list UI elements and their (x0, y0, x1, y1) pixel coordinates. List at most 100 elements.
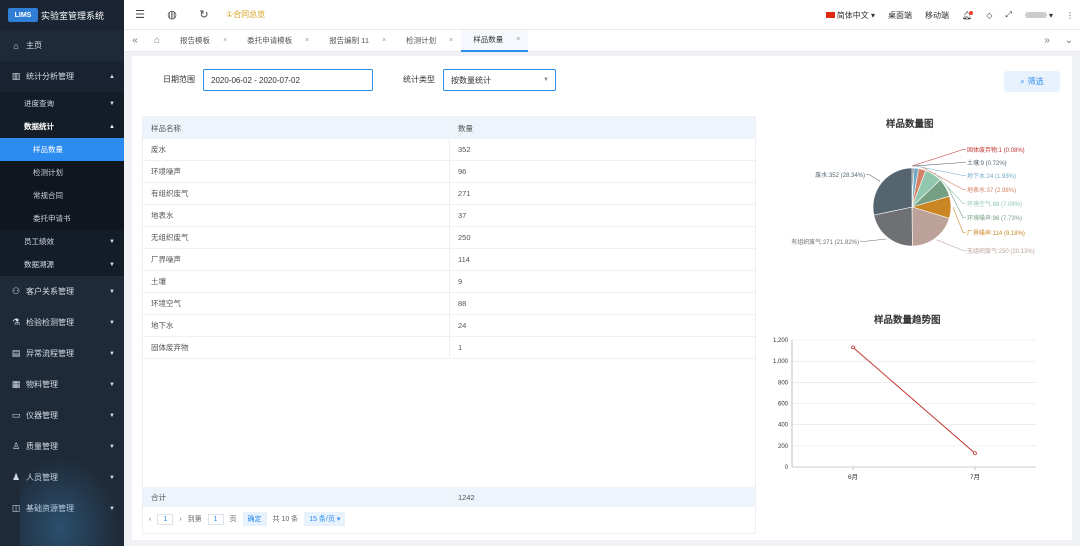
sample-count-cell: 1 (458, 343, 463, 352)
language-label: 简体中文 (836, 10, 869, 20)
chevron-up-icon: ▲ (109, 73, 115, 80)
table-row[interactable]: 固体废弃物 1 (143, 337, 755, 359)
app-title: 实验室管理系统 (41, 10, 105, 21)
sidebar-item-resources[interactable]: ◫ 基础资源管理 ▼ (0, 493, 124, 524)
main-content: 日期范围 2020-06-02 - 2020-07-02 统计类型 按数量统计 … (132, 56, 1072, 540)
globe-icon[interactable]: ◍ (156, 8, 188, 21)
top-bar: ☰ ◍ ↻ ①合同总览 简体中文 ▾ 桌面端 移动端 🔔︎ ◇ ⤢ ▾ ⋮ (124, 0, 1080, 30)
filter-button[interactable]: ⌕ 筛选 (1004, 71, 1060, 92)
page-size-select[interactable]: 15 条/页 ▾ (304, 512, 346, 526)
sample-count-cell: 352 (458, 145, 471, 154)
stat-type-select[interactable]: 按数量统计 ▼ (443, 69, 556, 91)
more-icon[interactable]: ⋮ (1066, 11, 1074, 20)
column-header-name[interactable]: 样品名称 (143, 117, 450, 139)
sidebar-item-data-stats[interactable]: 数据统计 ▲ (0, 115, 124, 138)
refresh-icon[interactable]: ↻ (188, 8, 220, 21)
next-page-icon[interactable]: › (179, 516, 181, 523)
sidebar-item-test-plan[interactable]: 检测计划 (0, 161, 124, 184)
table-row[interactable]: 地表水 37 (143, 205, 755, 227)
sidebar-item-label: 员工绩效 (24, 237, 54, 246)
tag-icon[interactable]: ◇ (986, 11, 992, 20)
tab-sample-count[interactable]: 样品数量 × (461, 29, 529, 52)
table-row[interactable]: 地下水 24 (143, 315, 755, 337)
sample-count-cell: 271 (458, 189, 471, 198)
table-row[interactable]: 有组织废气 271 (143, 183, 755, 205)
table-body: 废水 352 环境噪声 96 有组织废气 271 地表水 37 无组织废气 250 厂界噪声 114 土… (143, 139, 755, 359)
trend-line (852, 347, 976, 454)
sample-name-cell: 地表水 (143, 205, 450, 226)
tab-report-edit[interactable]: 报告编制 11 × (317, 30, 394, 52)
tab-report-template[interactable]: 报告模板 × (168, 30, 235, 52)
sidebar-item-instruments[interactable]: ▭ 仪器管理 ▼ (0, 400, 124, 431)
prev-page-icon[interactable]: ‹ (149, 516, 151, 523)
x-tick-label: 6月 (848, 473, 858, 481)
sidebar-item-materials[interactable]: ▦ 物料管理 ▼ (0, 369, 124, 400)
table-row[interactable]: 土壤 9 (143, 271, 755, 293)
date-range-input[interactable]: 2020-06-02 - 2020-07-02 (203, 69, 373, 91)
sidebar-item-crm[interactable]: ⚇ 客户关系管理 ▼ (0, 276, 124, 307)
tab-scroll-right-icon[interactable]: » (1036, 35, 1058, 46)
close-icon[interactable]: × (305, 37, 309, 44)
sidebar-item-quality[interactable]: ♙ 质量管理 ▼ (0, 431, 124, 462)
sidebar-item-home[interactable]: ⌂ 主页 (0, 30, 124, 61)
fullscreen-icon[interactable]: ⤢ (1005, 10, 1011, 20)
avatar (1024, 12, 1047, 19)
sidebar-item-inspection[interactable]: ⚗ 检验检测管理 ▼ (0, 307, 124, 338)
menu-icon[interactable]: ☰ (124, 8, 156, 21)
goto-page-input[interactable]: 1 (207, 513, 224, 525)
sidebar-item-progress[interactable]: 进度查询 ▼ (0, 92, 124, 115)
y-tick-label: 1,000 (773, 359, 789, 365)
contract-overview-link[interactable]: ①合同总览 (226, 9, 265, 20)
sample-name-cell: 无组织废气 (143, 227, 450, 248)
stat-type-label: 统计类型 (403, 75, 435, 84)
table-row[interactable]: 无组织废气 250 (143, 227, 755, 249)
sidebar-item-applications[interactable]: 委托申请书 (0, 207, 124, 230)
table-row[interactable]: 环境空气 88 (143, 293, 755, 315)
tab-application-template[interactable]: 委托申请模板 × (235, 30, 317, 52)
user-menu[interactable]: ▾ (1024, 11, 1053, 20)
close-icon[interactable]: × (382, 37, 386, 44)
table-row[interactable]: 废水 352 (143, 139, 755, 161)
y-tick-label: 200 (778, 444, 789, 450)
trend-point[interactable] (851, 345, 855, 350)
sample-count-cell: 88 (458, 299, 467, 308)
sample-name-cell: 环境空气 (143, 293, 450, 314)
tab-dropdown-icon[interactable]: ⌄ (1058, 35, 1080, 46)
sidebar-item-label: 数据统计 (24, 122, 54, 131)
table-row[interactable]: 环境噪声 96 (143, 161, 755, 183)
sidebar-item-performance[interactable]: 员工绩效 ▼ (0, 230, 124, 253)
goto-confirm-button[interactable]: 确定 (242, 512, 267, 526)
workflow-icon: ▤ (11, 348, 21, 358)
sidebar-item-exception[interactable]: ▤ 异常流程管理 ▼ (0, 338, 124, 369)
desktop-link[interactable]: 桌面端 (888, 10, 912, 21)
tab-scroll-left-icon[interactable]: « (124, 35, 146, 46)
table-row[interactable]: 厂界噪声 114 (143, 249, 755, 271)
sidebar-item-personnel[interactable]: ♟ 人员管理 ▼ (0, 462, 124, 493)
tab-label: 报告编制 11 (329, 36, 370, 45)
trend-point[interactable] (973, 451, 977, 456)
column-header-count[interactable]: 数量 (450, 123, 473, 134)
home-tab-icon[interactable]: ⌂ (146, 35, 168, 46)
close-icon[interactable]: × (516, 36, 520, 43)
sidebar-item-label: 物料管理 (26, 380, 58, 389)
pie-slice-label: 固体废弃物:1 (0.08%) (967, 146, 1025, 154)
footer-label: 合计 (143, 487, 450, 507)
sidebar-item-label: 基础资源管理 (26, 504, 74, 513)
pie-slice[interactable] (872, 167, 913, 216)
tab-test-plan[interactable]: 检测计划 × (394, 30, 461, 52)
sidebar-item-trace[interactable]: 数据溯源 ▼ (0, 253, 124, 276)
chevron-down-icon: ▼ (109, 474, 115, 481)
sidebar-item-stats[interactable]: ▥ 统计分析管理 ▲ (0, 61, 124, 92)
close-icon[interactable]: × (449, 37, 453, 44)
sample-table: 样品名称 数量 废水 352 环境噪声 96 有组织废气 271 地表水 37 无组织废气 250… (142, 116, 756, 534)
close-icon[interactable]: × (223, 37, 227, 44)
bell-icon[interactable]: 🔔︎ (962, 10, 974, 20)
mobile-link[interactable]: 移动端 (925, 10, 949, 21)
sidebar-item-contracts[interactable]: 常规合同 (0, 184, 124, 207)
current-page[interactable]: 1 (157, 513, 174, 525)
sidebar-item-sample-count[interactable]: 样品数量 (0, 138, 124, 161)
sample-name-cell: 地下水 (143, 315, 450, 336)
goto-label: 到第 (187, 516, 202, 523)
sidebar-item-label: 检验检测管理 (26, 318, 74, 327)
language-select[interactable]: 简体中文 ▾ (825, 10, 875, 21)
